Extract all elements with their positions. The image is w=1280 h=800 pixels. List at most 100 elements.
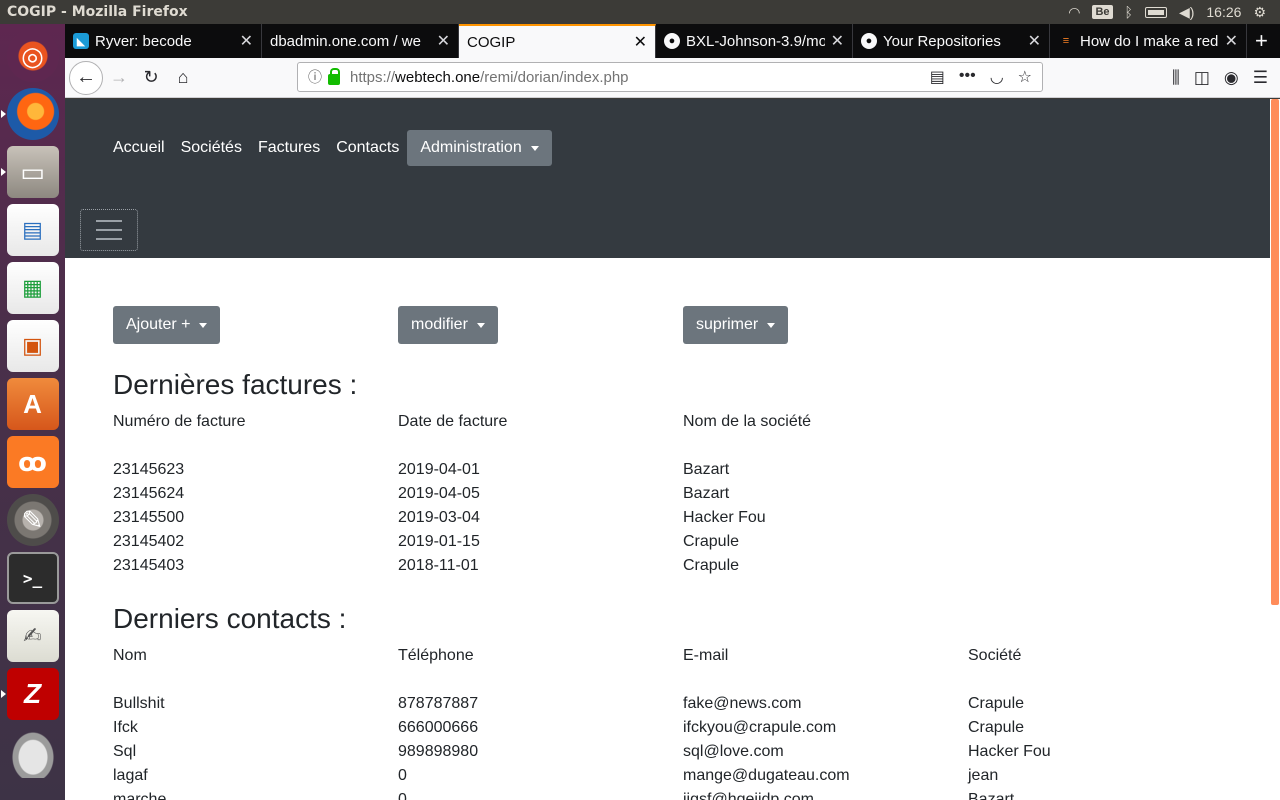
nav-link-accueil[interactable]: Accueil: [113, 139, 165, 157]
tab-your-repositories[interactable]: ● Your Repositories ✕: [853, 24, 1050, 58]
reader-view-icon[interactable]: ▤: [930, 67, 945, 87]
library-icon[interactable]: ⫼: [1172, 68, 1180, 88]
site-info-icon[interactable]: ⓘ: [308, 67, 322, 87]
pocket-icon[interactable]: ◡: [990, 67, 1004, 87]
stackoverflow-favicon-icon: ≡: [1062, 35, 1070, 47]
contact-email: fake@news.com: [683, 695, 802, 712]
contact-phone: 989898980: [398, 743, 479, 760]
contact-name: marche: [113, 791, 167, 800]
battery-icon[interactable]: [1144, 6, 1167, 18]
contact-name: Ifck: [113, 719, 138, 736]
back-button[interactable]: ←: [69, 60, 103, 95]
url-bar[interactable]: ⓘ https:// webtech.one /remi/dorian/inde…: [297, 62, 1043, 92]
invoice-header-company: Nom de la société: [683, 413, 812, 430]
invoice-company: Crapule: [683, 533, 740, 550]
administration-dropdown[interactable]: Administration: [407, 130, 552, 166]
tab-ryver[interactable]: ◣ Ryver: becode ✕: [65, 24, 262, 58]
invoice-company: Bazart: [683, 461, 730, 478]
contact-phone: 878787887: [398, 695, 479, 712]
tab-github-repo[interactable]: ● BXL-Johnson-3.9/mo ✕: [656, 24, 853, 58]
contact-header-name: Nom: [113, 647, 147, 664]
close-tab-icon[interactable]: ✕: [831, 31, 844, 51]
contact-phone: 0: [398, 791, 407, 800]
browser-tab-strip: ◣ Ryver: becode ✕ dbadmin.one.com / we ✕…: [65, 24, 1280, 58]
invoice-company: Hacker Fou: [683, 509, 766, 526]
navbar-toggler-button[interactable]: [80, 209, 138, 251]
nav-link-societes[interactable]: Sociétés: [181, 139, 242, 157]
impress-icon[interactable]: ▣: [6, 320, 59, 372]
power-gear-icon[interactable]: ⚙: [1253, 4, 1266, 21]
site-nav-links: Accueil Sociétés Factures Contacts Admin…: [113, 130, 552, 166]
forward-button[interactable]: →: [103, 62, 135, 94]
caret-down-icon: [476, 322, 485, 328]
tab-dbadmin[interactable]: dbadmin.one.com / we ✕: [262, 24, 459, 58]
keyboard-layout-indicator[interactable]: Be: [1092, 5, 1113, 19]
trash-icon[interactable]: [6, 726, 59, 778]
contact-header-phone: Téléphone: [398, 647, 474, 664]
writer-icon[interactable]: ▤: [6, 204, 59, 256]
scrollbar-thumb[interactable]: [1271, 99, 1279, 605]
xampp-icon[interactable]: ꝏ: [6, 436, 59, 488]
reload-button[interactable]: ↻: [135, 62, 167, 94]
invoice-date: 2019-04-05: [398, 485, 480, 502]
close-tab-icon[interactable]: ✕: [1225, 31, 1238, 51]
extension-icon[interactable]: ◉: [1224, 68, 1239, 88]
page-scrollbar[interactable]: [1270, 99, 1280, 800]
contact-company: Bazart: [968, 791, 1015, 800]
tab-label: Your Repositories: [883, 32, 1001, 50]
bluetooth-icon[interactable]: ᛒ: [1125, 4, 1133, 20]
tab-label: dbadmin.one.com / we: [270, 32, 421, 50]
clock[interactable]: 16:26: [1206, 4, 1241, 20]
close-tab-icon[interactable]: ✕: [437, 31, 450, 51]
volume-icon[interactable]: ◀): [1179, 4, 1194, 21]
close-tab-icon[interactable]: ✕: [634, 32, 647, 52]
invoice-header-date: Date de facture: [398, 413, 508, 430]
calc-icon[interactable]: ▦: [6, 262, 59, 314]
tab-stackoverflow[interactable]: ≡ How do I make a red ✕: [1050, 24, 1247, 58]
invoices-title: Dernières factures :: [113, 369, 358, 400]
contact-company: Crapule: [968, 719, 1025, 736]
url-prefix: https://: [350, 68, 396, 86]
home-button[interactable]: ⌂: [167, 62, 199, 94]
add-label: Ajouter +: [126, 316, 191, 333]
window-title: COGIP - Mozilla Firefox: [7, 4, 188, 20]
delete-dropdown-button[interactable]: suprimer: [683, 306, 789, 344]
sidebar-icon[interactable]: ◫: [1194, 68, 1210, 88]
settings-icon[interactable]: ✎: [6, 494, 59, 546]
bookmark-star-icon[interactable]: ☆: [1018, 67, 1032, 87]
edit-label: modifier: [411, 316, 468, 333]
add-dropdown-button[interactable]: Ajouter +: [113, 306, 221, 344]
tab-label: BXL-Johnson-3.9/mo: [686, 32, 825, 50]
lock-icon[interactable]: [328, 67, 340, 85]
tab-label: Ryver: becode: [95, 32, 192, 50]
github-favicon-icon: ●: [664, 33, 680, 49]
contact-company: Crapule: [968, 695, 1025, 712]
text-editor-icon[interactable]: ✍: [6, 610, 59, 662]
tab-cogip[interactable]: COGIP ✕: [459, 24, 656, 58]
ryver-favicon-icon: ◣: [73, 33, 89, 49]
invoice-number: 23145623: [113, 461, 185, 478]
close-tab-icon[interactable]: ✕: [240, 31, 253, 51]
contact-phone: 0: [398, 767, 407, 784]
nav-link-factures[interactable]: Factures: [258, 139, 320, 157]
files-icon[interactable]: ▭: [0, 146, 59, 198]
ubuntu-dash-icon[interactable]: ◎: [6, 30, 59, 82]
close-tab-icon[interactable]: ✕: [1028, 31, 1041, 51]
contact-name: Bullshit: [113, 695, 165, 712]
new-tab-button[interactable]: +: [1247, 24, 1268, 58]
page-actions-button[interactable]: •••: [959, 67, 976, 87]
contact-company: jean: [968, 767, 999, 784]
nav-link-contacts[interactable]: Contacts: [336, 139, 399, 157]
filezilla-icon[interactable]: Z: [0, 668, 59, 720]
menu-icon[interactable]: ☰: [1253, 68, 1268, 88]
wifi-icon[interactable]: ◠: [1068, 4, 1080, 21]
edit-dropdown-button[interactable]: modifier: [398, 306, 498, 344]
invoice-date: 2019-01-15: [398, 533, 480, 550]
url-path: /remi/dorian/index.php: [480, 68, 629, 86]
invoice-date: 2018-11-01: [398, 557, 479, 574]
firefox-icon[interactable]: [0, 88, 59, 140]
terminal-icon[interactable]: >_: [6, 552, 59, 604]
software-center-icon[interactable]: A: [6, 378, 59, 430]
invoice-number: 23145624: [113, 485, 185, 502]
contact-email: ifckyou@crapule.com: [683, 719, 837, 736]
